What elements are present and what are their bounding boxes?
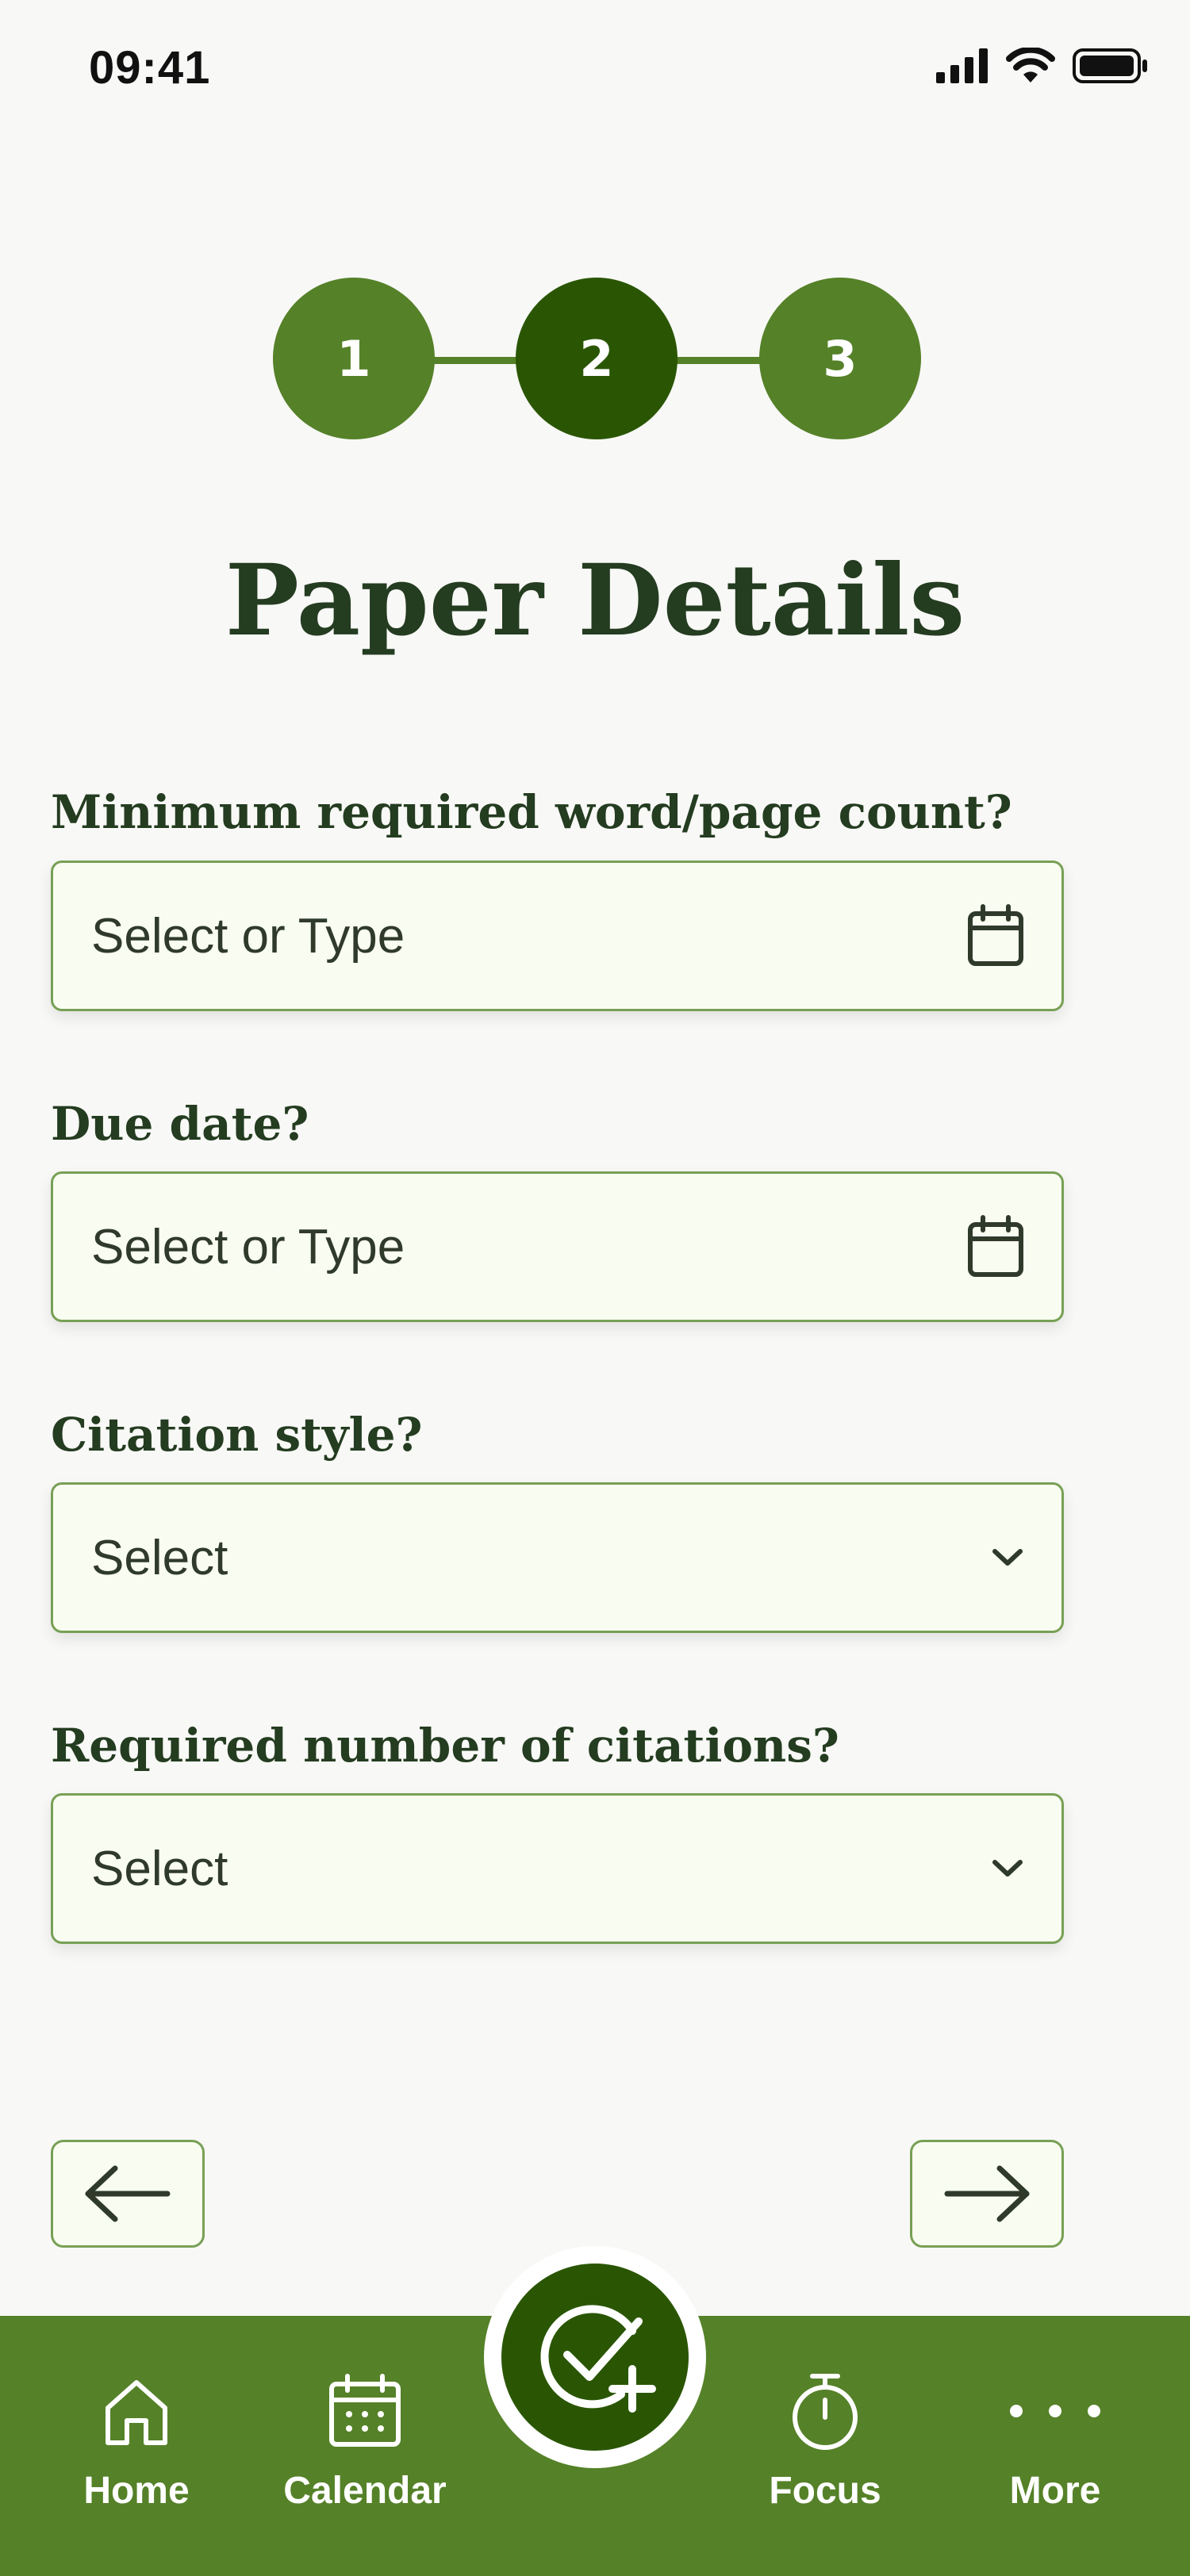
- step-1[interactable]: 1: [273, 278, 435, 439]
- calendar-icon: [329, 2374, 401, 2447]
- citation-style-label: Citation style?: [51, 1408, 423, 1462]
- due-date-input[interactable]: Select or Type: [51, 1171, 1064, 1322]
- add-task-button[interactable]: [501, 2264, 689, 2451]
- tab-more[interactable]: More: [936, 2367, 1174, 2513]
- chevron-down-icon[interactable]: [990, 1546, 1025, 1570]
- tab-more-label: More: [1009, 2470, 1101, 2512]
- calendar-icon[interactable]: [966, 904, 1025, 968]
- citation-style-select[interactable]: Select: [51, 1482, 1064, 1633]
- status-bar: 09:41: [0, 0, 1190, 135]
- tab-home[interactable]: Home: [17, 2367, 255, 2513]
- step-connector: [432, 357, 520, 364]
- tab-calendar[interactable]: Calendar: [246, 2367, 484, 2513]
- status-icons: [936, 48, 1149, 84]
- step-connector: [676, 357, 763, 364]
- arrow-right-icon: [944, 2165, 1030, 2222]
- more-dots-icon: [1010, 2405, 1100, 2417]
- chevron-down-icon[interactable]: [990, 1857, 1025, 1880]
- word-count-input[interactable]: Select or Type: [51, 861, 1064, 1011]
- tab-home-label: Home: [83, 2470, 190, 2512]
- arrow-left-icon: [85, 2165, 171, 2222]
- citation-count-label: Required number of citations?: [51, 1719, 839, 1773]
- citation-count-select[interactable]: Select: [51, 1793, 1064, 1944]
- battery-icon: [1073, 48, 1147, 83]
- tab-focus[interactable]: Focus: [706, 2367, 944, 2513]
- progress-stepper: 1 2 3: [0, 278, 1190, 444]
- step-3[interactable]: 3: [759, 278, 921, 439]
- citation-count-value: Select: [91, 1841, 228, 1896]
- check-add-icon: [540, 2305, 656, 2413]
- fab-ring: [484, 2246, 706, 2468]
- back-button[interactable]: [51, 2140, 205, 2248]
- word-count-placeholder: Select or Type: [91, 908, 405, 964]
- due-date-placeholder: Select or Type: [91, 1219, 405, 1275]
- stopwatch-icon: [793, 2374, 858, 2450]
- tab-focus-label: Focus: [769, 2470, 881, 2512]
- due-date-label: Due date?: [51, 1097, 309, 1151]
- word-count-label: Minimum required word/page count?: [51, 785, 1012, 839]
- step-2-active[interactable]: 2: [516, 278, 678, 439]
- wifi-icon: [1006, 48, 1055, 82]
- citation-style-value: Select: [91, 1530, 228, 1585]
- status-time: 09:41: [89, 42, 211, 94]
- page-title: Paper Details: [225, 543, 965, 658]
- signal-icon: [936, 48, 988, 83]
- tab-calendar-label: Calendar: [283, 2470, 447, 2512]
- calendar-icon[interactable]: [966, 1215, 1025, 1278]
- home-icon: [106, 2380, 167, 2445]
- next-button[interactable]: [910, 2140, 1064, 2248]
